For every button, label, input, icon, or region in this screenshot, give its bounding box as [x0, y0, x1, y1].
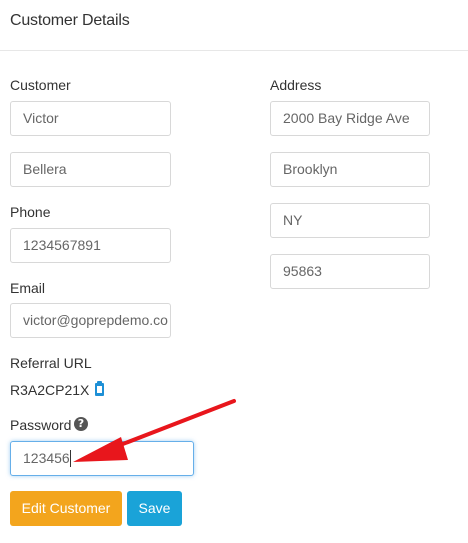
clipboard-icon[interactable] — [95, 381, 104, 396]
password-label: Password — [10, 417, 72, 433]
save-button[interactable]: Save — [127, 491, 182, 526]
edit-customer-button[interactable]: Edit Customer — [10, 491, 122, 526]
last-name-input[interactable]: Bellera — [10, 152, 171, 187]
first-name-input[interactable]: Victor — [10, 101, 171, 136]
help-icon[interactable]: ? — [74, 417, 88, 431]
email-label: Email — [10, 280, 46, 296]
state-input[interactable]: NY — [270, 203, 430, 238]
street-input[interactable]: 2000 Bay Ridge Ave — [270, 101, 430, 136]
zip-input[interactable]: 95863 — [270, 254, 430, 289]
city-input[interactable]: Brooklyn — [270, 152, 430, 187]
panel-header: Customer Details — [0, 0, 468, 51]
customer-details-page: Customer Details Customer Victor Bellera… — [0, 0, 468, 543]
address-label: Address — [270, 77, 322, 93]
password-input[interactable]: 123456 — [10, 441, 194, 476]
referral-url-value: R3A2CP21X — [10, 382, 90, 398]
customer-label: Customer — [10, 77, 71, 93]
panel-title: Customer Details — [10, 12, 130, 29]
text-cursor — [70, 450, 71, 467]
email-input[interactable]: victor@goprepdemo.co — [10, 303, 171, 338]
phone-input[interactable]: 1234567891 — [10, 228, 171, 263]
referral-url-label: Referral URL — [10, 355, 92, 371]
phone-label: Phone — [10, 204, 51, 220]
